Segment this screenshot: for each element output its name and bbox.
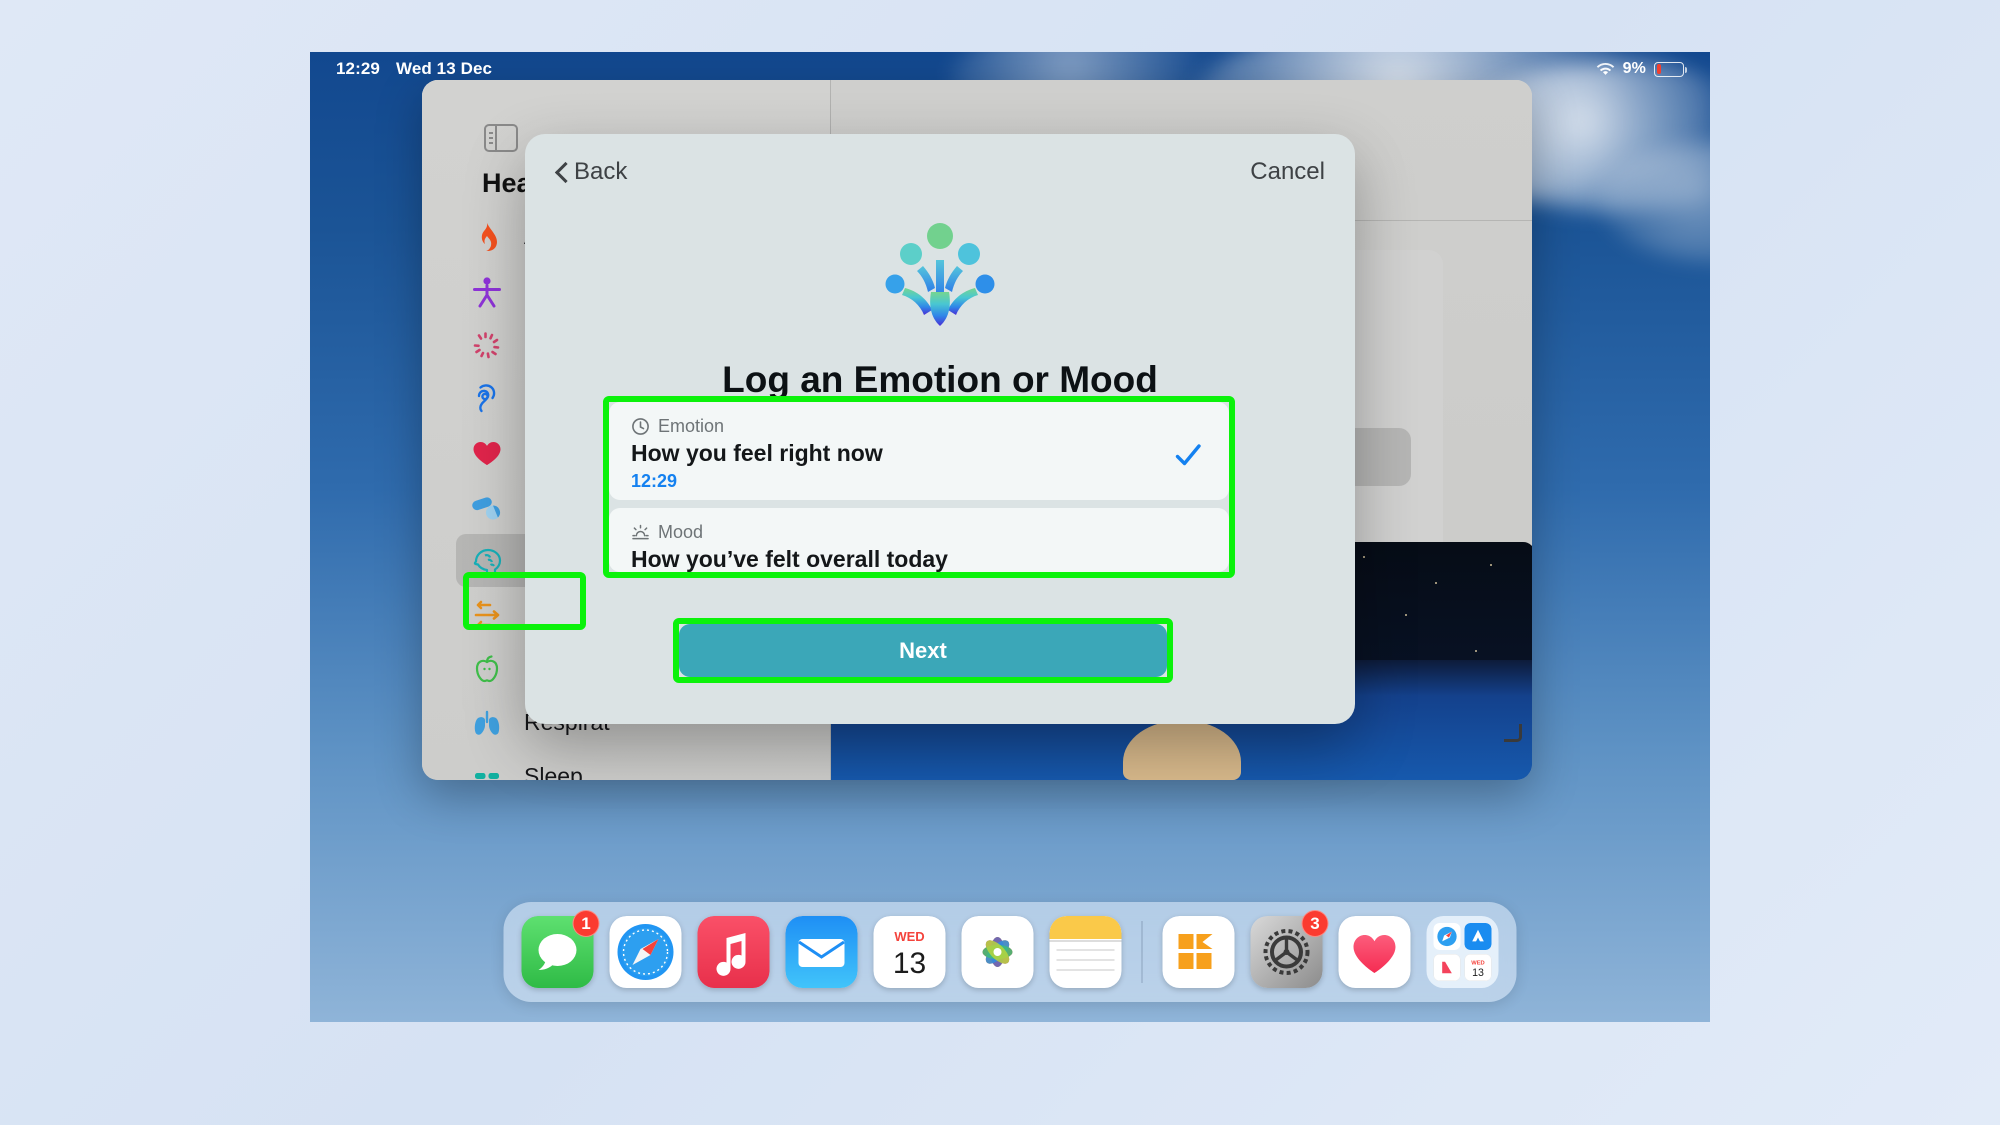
battery-low-icon (1654, 61, 1687, 77)
option-emotion-kicker-label: Emotion (658, 416, 725, 436)
modal-title: Log an Emotion or Mood (722, 359, 1158, 400)
cycle-tracking-icon (468, 328, 506, 362)
photos-app-icon[interactable] (961, 916, 1034, 988)
recent-appstore-icon (1464, 923, 1492, 950)
option-emotion-headline: How you feel right now (631, 440, 883, 466)
page-background: 12:29 Wed 13 Dec 9% Health Sleep Back Ca… (0, 0, 2000, 1125)
foreground-object (1122, 720, 1241, 780)
next-button[interactable]: Next (679, 624, 1167, 677)
status-date: Wed 13 Dec (395, 59, 493, 78)
window-resize-handle[interactable] (1504, 724, 1522, 742)
messages-badge: 1 (572, 910, 600, 937)
option-emotion-time: 12:29 (631, 471, 678, 491)
apple-icon (468, 652, 506, 686)
status-bar-left: 12:29 Wed 13 Dec (336, 59, 492, 79)
calendar-day: 13 (893, 947, 926, 980)
mental-wellbeing-sprout-icon (885, 222, 995, 337)
settings-app-icon[interactable]: 3 (1250, 910, 1329, 988)
mail-app-icon[interactable] (785, 916, 858, 988)
notes-app-icon[interactable] (1049, 916, 1122, 988)
calendar-app-icon[interactable]: WED 13 (873, 916, 946, 988)
clock-icon (631, 417, 650, 436)
back-button-label: Back (574, 158, 628, 185)
calendar-weekday: WED (894, 929, 924, 944)
modal-nav-bar: Back Cancel (525, 134, 1355, 210)
pills-icon (468, 490, 506, 524)
cloud-decoration (1600, 142, 1710, 262)
ipad-screen: 12:29 Wed 13 Dec 9% Health Sleep Back Ca… (310, 52, 1710, 1022)
files-app-icon[interactable] (1162, 916, 1235, 988)
bed-icon (468, 760, 506, 780)
ear-icon (468, 382, 506, 416)
cancel-button[interactable]: Cancel (1250, 158, 1325, 186)
emotion-mood-option-group: Emotion How you feel right now 12:29 Moo… (609, 402, 1229, 572)
highlight-sidebar-item-mental (463, 572, 586, 630)
sunrise-icon (631, 523, 650, 542)
recent-apps-folder-icon[interactable]: WED 13 (1426, 916, 1499, 988)
sidebar-item-label: Sleep (524, 763, 583, 780)
messages-app-icon[interactable]: 1 (521, 910, 600, 988)
dock: 1 WED 13 3 WED 13 (503, 902, 1517, 1002)
option-mood[interactable]: Mood How you’ve felt overall today (609, 508, 1229, 572)
battery-percent: 9% (1622, 60, 1646, 77)
sidebar-item-sleep[interactable]: Sleep (456, 750, 836, 780)
heart-icon (468, 436, 506, 470)
option-mood-kicker-label: Mood (658, 522, 704, 542)
status-bar-right: 9% (1596, 60, 1687, 78)
safari-app-icon[interactable] (609, 916, 682, 988)
option-emotion[interactable]: Emotion How you feel right now 12:29 (609, 402, 1229, 500)
option-mood-kicker: Mood (631, 522, 1207, 543)
option-mood-headline: How you’ve felt overall today (631, 546, 948, 572)
log-emotion-mood-modal: Back Cancel Log an Emotion or Mood Emoti… (525, 134, 1355, 724)
recent-calendar-icon: WED 13 (1464, 954, 1492, 981)
recent-safari-icon (1433, 923, 1461, 950)
sidebar-toggle-icon[interactable] (484, 124, 518, 152)
dock-divider (1141, 921, 1143, 983)
back-button[interactable]: Back (555, 158, 627, 186)
svg-text:WED: WED (1471, 961, 1484, 967)
settings-badge: 3 (1301, 910, 1329, 937)
wifi-icon (1596, 62, 1615, 77)
chevron-left-icon (555, 162, 567, 182)
status-bar: 12:29 Wed 13 Dec 9% (310, 52, 1710, 86)
svg-text:13: 13 (1472, 967, 1484, 979)
status-time: 12:29 (336, 59, 380, 78)
checkmark-icon (1173, 440, 1203, 470)
flame-icon (468, 220, 506, 254)
recent-news-icon (1433, 954, 1461, 981)
lungs-icon (468, 706, 506, 740)
option-emotion-kicker: Emotion (631, 416, 1207, 437)
health-app-icon[interactable] (1338, 916, 1411, 988)
body-measurements-icon (468, 274, 506, 308)
music-app-icon[interactable] (697, 916, 770, 988)
